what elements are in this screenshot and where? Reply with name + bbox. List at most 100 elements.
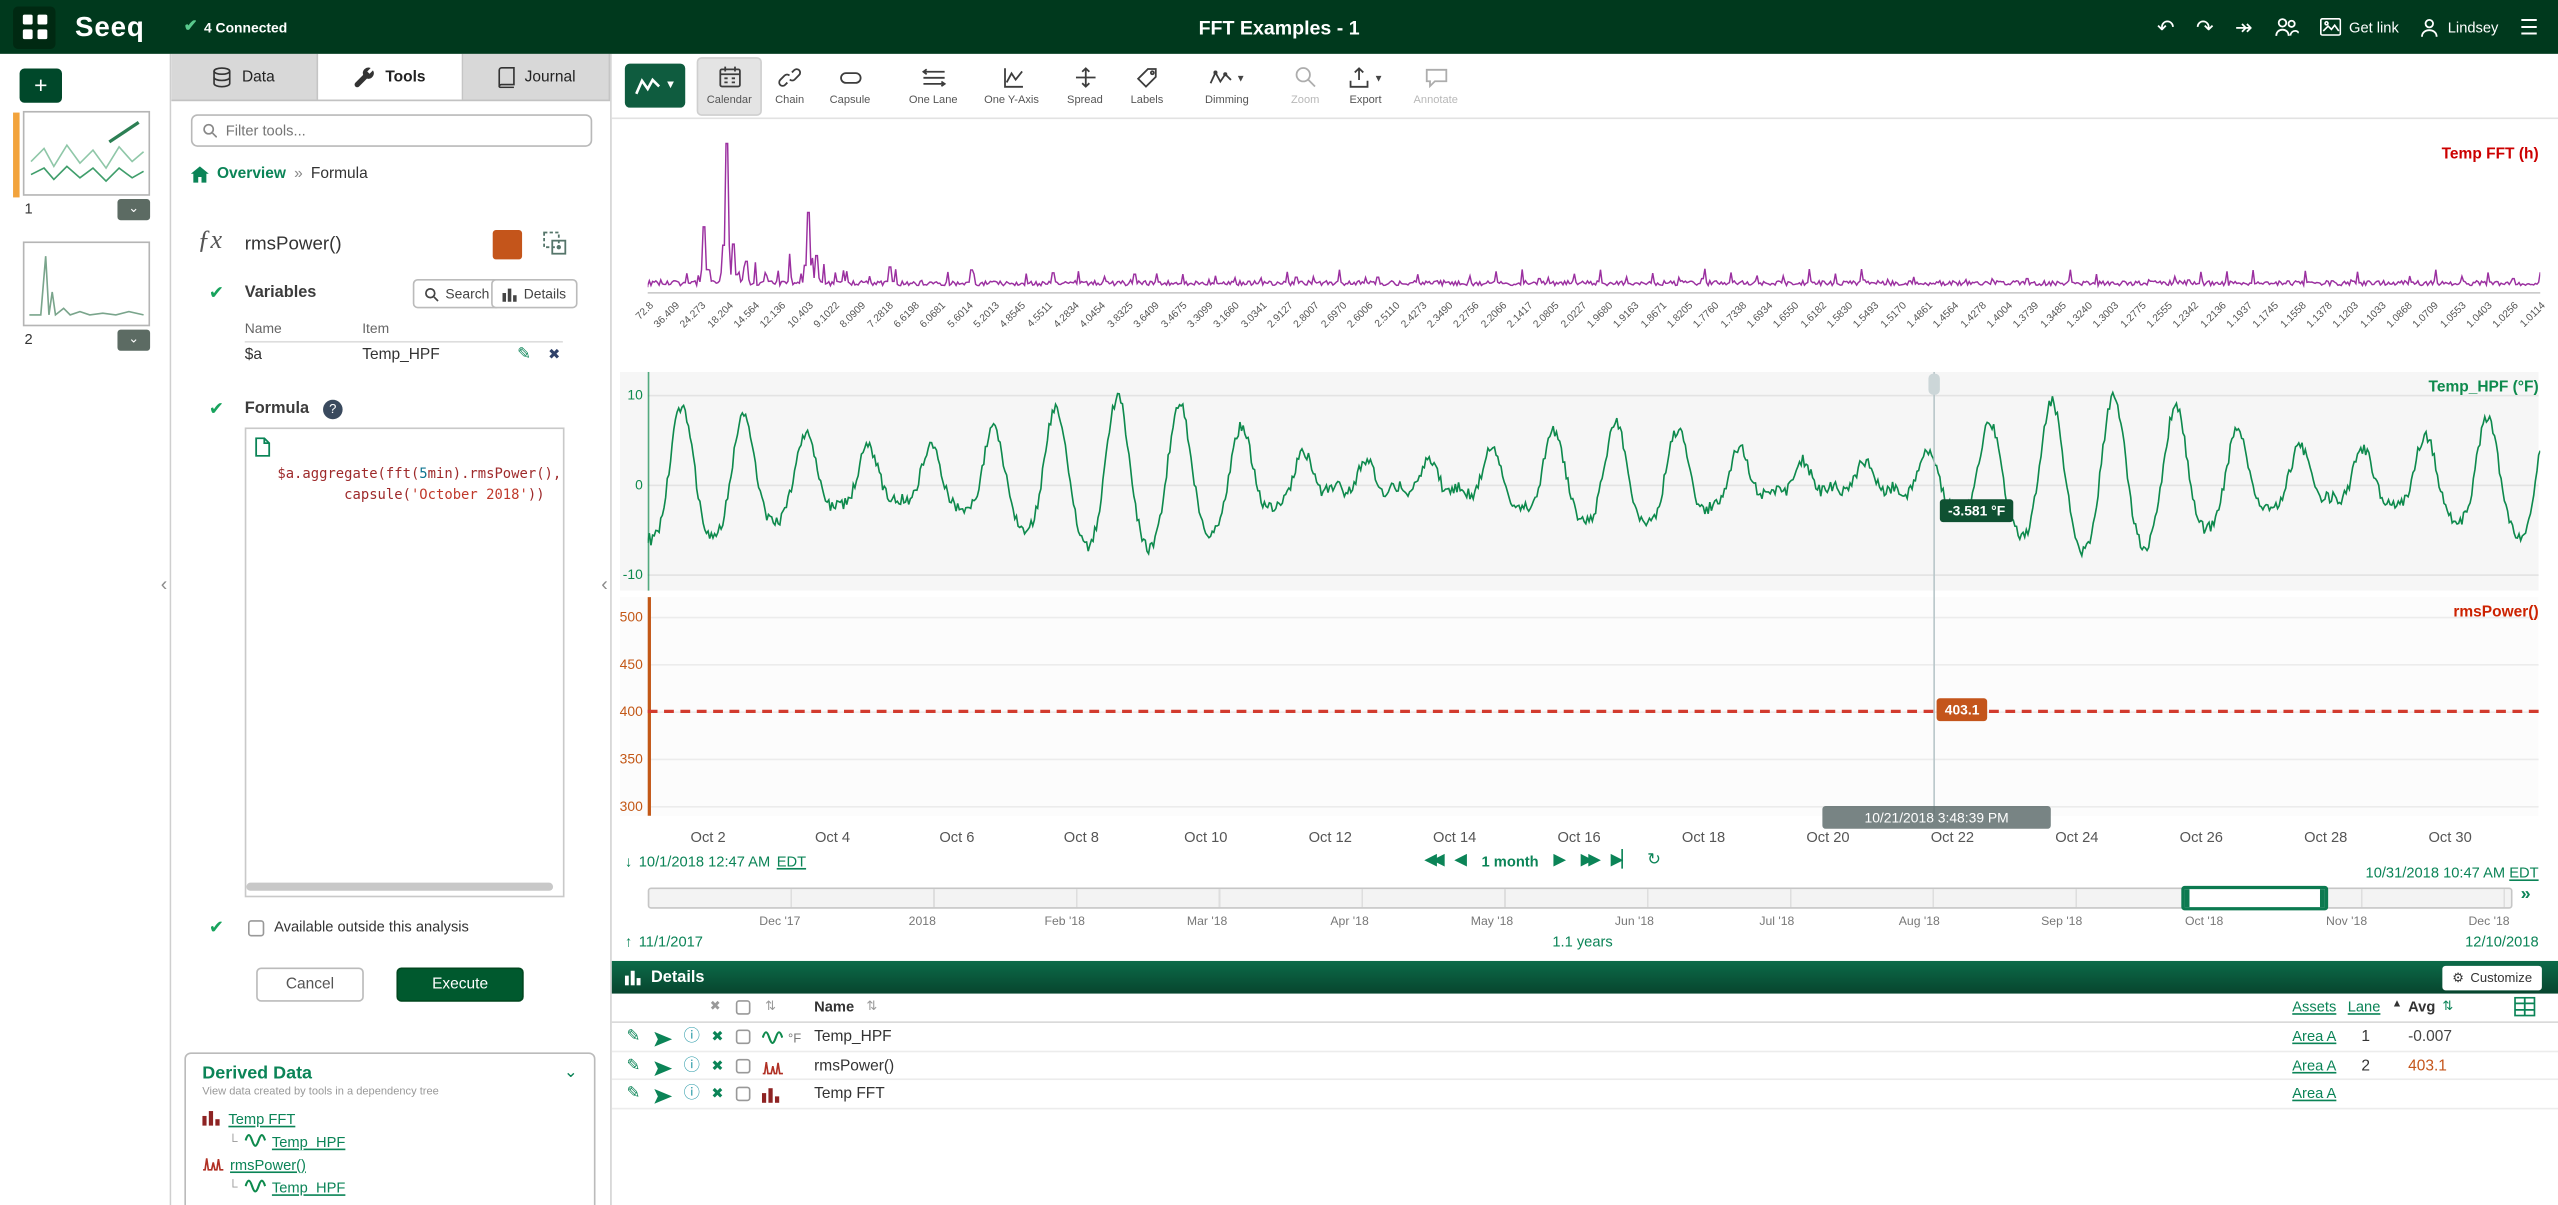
item-name[interactable]: Temp_HPF — [814, 1028, 892, 1046]
assets-column-header[interactable]: Assets — [2292, 998, 2336, 1014]
rms-lane-background[interactable] — [619, 597, 2539, 816]
worksheet-thumbnail-2[interactable] — [22, 241, 151, 327]
timebar-fit-icon[interactable]: » — [2521, 884, 2531, 904]
step-back-icon[interactable]: ◀ — [1454, 852, 1467, 870]
range-start-timezone[interactable]: EDT — [777, 853, 806, 869]
user-menu[interactable]: Lindsey — [2420, 17, 2498, 37]
temp-chart[interactable] — [647, 372, 2541, 591]
remove-all-icon[interactable]: ✖ — [710, 998, 721, 1013]
toolbar-button-capsule[interactable]: Capsule — [817, 57, 882, 116]
tab-data[interactable]: Data — [171, 53, 318, 100]
remove-icon[interactable]: ✖ — [711, 1085, 723, 1103]
sort-icon[interactable]: ⇅ — [866, 998, 877, 1013]
asset-link[interactable]: Area A — [2292, 1028, 2336, 1044]
edit-icon[interactable]: ✎ — [626, 1085, 640, 1103]
toolbar-button-dimming[interactable]: ▼ Dimming — [1189, 57, 1264, 116]
filter-tools-input[interactable] — [225, 122, 581, 139]
item-name[interactable]: rmsPower() — [814, 1056, 894, 1074]
info-icon[interactable]: ⓘ — [684, 1085, 700, 1103]
edit-variable-icon[interactable]: ✎ — [517, 346, 531, 364]
worksheet-thumbnail-1[interactable] — [13, 110, 151, 198]
edit-icon[interactable]: ✎ — [626, 1056, 640, 1074]
send-icon[interactable] — [654, 1060, 673, 1081]
sort-icon[interactable]: ⇅ — [765, 998, 776, 1013]
name-column-header[interactable]: Name — [814, 998, 854, 1014]
lane-column-header[interactable]: Lane — [2348, 998, 2381, 1014]
present-icon[interactable]: ↠ — [2235, 16, 2253, 37]
cursor-grip[interactable] — [1928, 373, 1940, 395]
full-range-start[interactable]: ↑ 11/1/2017 — [625, 933, 703, 949]
derived-item-link[interactable]: Temp_HPF — [272, 1179, 345, 1195]
remove-icon[interactable]: ✖ — [711, 1056, 723, 1074]
toolbar-button-labels[interactable]: Labels — [1118, 57, 1177, 116]
range-end-timezone[interactable]: EDT — [2509, 865, 2538, 881]
step-forward-icon[interactable]: ▶ — [1553, 852, 1566, 870]
view-selector-button[interactable]: ▼ — [624, 63, 686, 108]
tab-journal[interactable]: Journal — [463, 53, 611, 100]
derived-item-link[interactable]: rmsPower() — [230, 1156, 306, 1172]
remove-variable-icon[interactable]: ✖ — [548, 346, 560, 364]
refresh-icon[interactable]: ↻ — [1647, 852, 1661, 870]
derived-item-link[interactable]: Temp FFT — [228, 1110, 295, 1126]
range-duration[interactable]: 1 month — [1482, 852, 1539, 868]
collapse-rail-handle[interactable]: ‹ — [157, 566, 172, 602]
toolbar-button-one-y-axis[interactable]: One Y-Axis — [971, 57, 1053, 116]
toolbar-button-export[interactable]: ▼ Export — [1333, 57, 1398, 116]
breadcrumb-overview-link[interactable]: Overview — [217, 165, 286, 183]
toolbar-button-one-lane[interactable]: One Lane — [896, 57, 971, 116]
toolbar-button-spread[interactable]: Spread — [1052, 57, 1117, 116]
info-icon[interactable]: ⓘ — [684, 1056, 700, 1074]
formula-name-input[interactable] — [244, 225, 474, 265]
asset-link[interactable]: Area A — [2292, 1085, 2336, 1101]
item-picker-icon[interactable] — [542, 230, 568, 261]
table-grid-icon[interactable] — [2514, 996, 2536, 1020]
tab-tools[interactable]: Tools — [317, 53, 464, 100]
collapse-chevron-icon[interactable]: ⌄ — [564, 1064, 578, 1082]
available-checkbox[interactable] — [247, 920, 265, 937]
full-range-duration[interactable]: 1.1 years — [1428, 933, 1738, 949]
new-worksheet-button[interactable]: + — [19, 68, 62, 103]
worksheet-1-chevron[interactable]: ⌄ — [117, 199, 151, 221]
color-swatch[interactable] — [492, 230, 523, 260]
hamburger-menu-icon[interactable]: ☰ — [2520, 16, 2539, 37]
formula-help-icon[interactable]: ? — [323, 399, 343, 420]
row-checkbox[interactable] — [735, 1086, 751, 1102]
row-checkbox[interactable] — [735, 1058, 751, 1073]
toolbar-button-calendar[interactable]: Calendar — [696, 57, 762, 116]
step-forward-fast-icon[interactable]: ▶▶ — [1581, 852, 1601, 870]
asset-link[interactable]: Area A — [2292, 1056, 2336, 1072]
worksheet-2-chevron[interactable]: ⌄ — [117, 329, 151, 351]
toolbar-button-chain[interactable]: Chain — [762, 57, 817, 116]
timebar-selection-window[interactable] — [2181, 885, 2329, 911]
undo-icon[interactable]: ↶ — [2157, 16, 2175, 37]
full-range-end[interactable]: 12/10/2018 — [2465, 933, 2538, 949]
select-all-checkbox[interactable] — [735, 1000, 751, 1015]
users-icon[interactable] — [2274, 16, 2299, 37]
redo-icon[interactable]: ↷ — [2196, 16, 2214, 37]
edit-icon[interactable]: ✎ — [626, 1028, 640, 1046]
execute-button[interactable]: Execute — [396, 967, 524, 1002]
step-to-end-icon[interactable]: ▶▏ — [1611, 852, 1635, 870]
home-icon[interactable] — [190, 165, 209, 182]
customize-button[interactable]: ⚙ Customize — [2442, 965, 2542, 990]
item-name[interactable]: Temp FFT — [814, 1085, 885, 1103]
get-link-button[interactable]: Get link — [2319, 17, 2399, 36]
derived-item-link[interactable]: Temp_HPF — [272, 1133, 345, 1149]
app-grid-icon[interactable] — [13, 5, 56, 49]
cancel-button[interactable]: Cancel — [256, 967, 364, 1002]
editor-horizontal-scrollbar[interactable] — [246, 882, 554, 891]
formula-editor[interactable]: $a.aggregate(fft(5min).rmsPower(), capsu… — [244, 427, 565, 898]
variables-details-button[interactable]: Details — [491, 278, 578, 309]
send-icon[interactable] — [654, 1031, 673, 1052]
chart-cursor-line[interactable] — [1933, 371, 1935, 816]
sort-icon[interactable]: ⇅ — [2442, 998, 2453, 1013]
step-back-fast-icon[interactable]: ◀◀ — [1424, 852, 1444, 870]
variables-search-button[interactable]: Search — [412, 278, 501, 309]
range-end[interactable]: 10/31/2018 10:47 AM EDT — [2366, 865, 2539, 881]
fft-chart[interactable] — [647, 137, 2541, 294]
range-start[interactable]: ↓ 10/1/2018 12:47 AM EDT — [625, 853, 806, 869]
row-checkbox[interactable] — [735, 1029, 751, 1045]
avg-column-header[interactable]: Avg — [2408, 998, 2435, 1014]
collapse-panel-handle[interactable]: ‹ — [597, 566, 612, 602]
info-icon[interactable]: ⓘ — [684, 1028, 700, 1046]
